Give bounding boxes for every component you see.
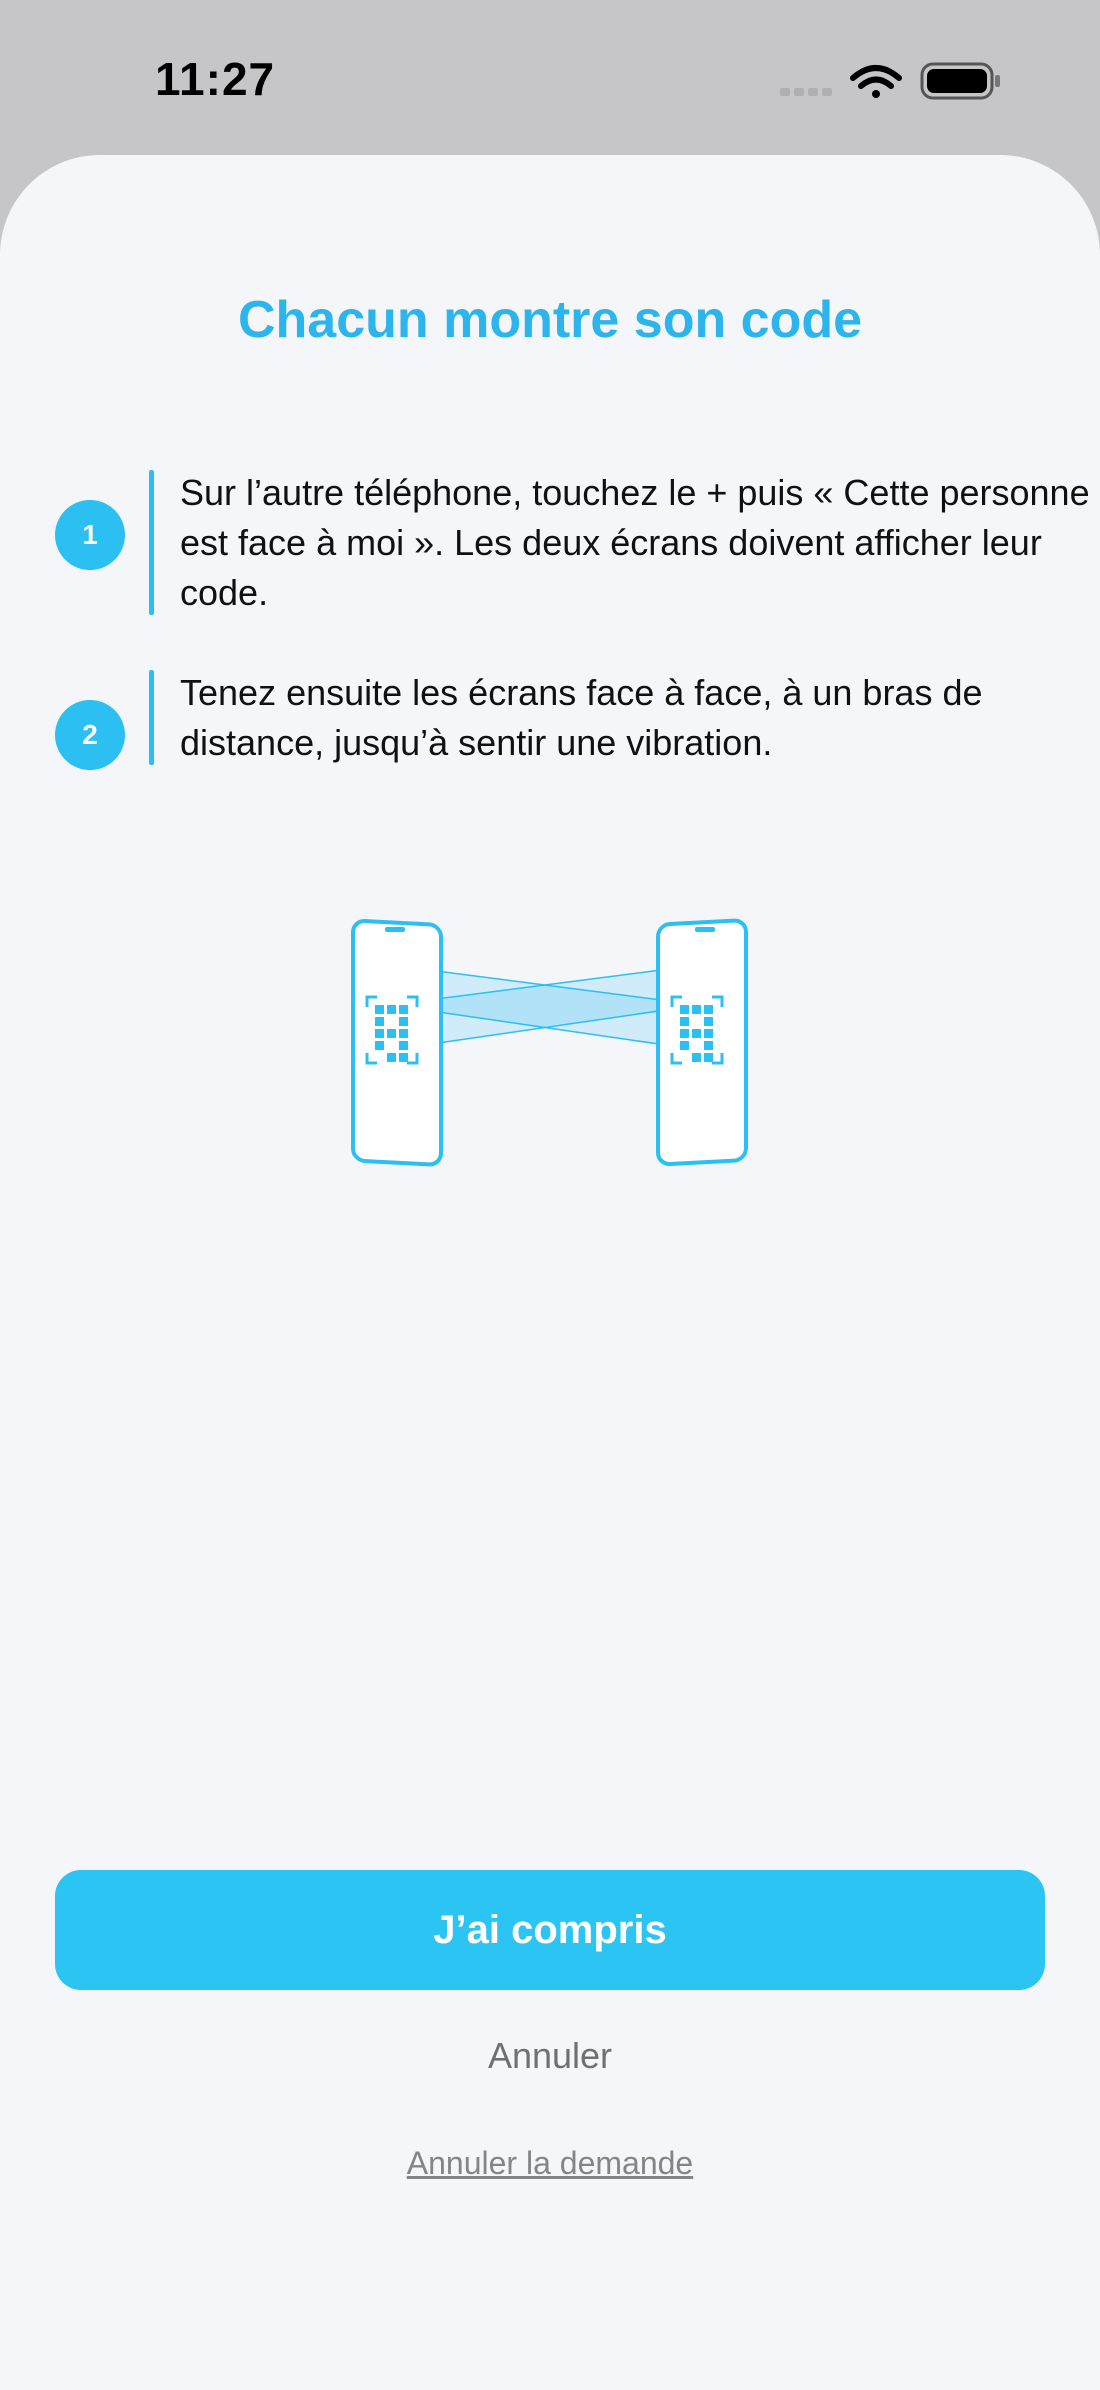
status-bar: 11:27 [0, 0, 1100, 150]
step-text: Sur l’autre téléphone, touchez le + puis… [180, 472, 1090, 613]
cancel-request-link[interactable]: Annuler la demande [0, 2145, 1100, 2182]
sheet-title: Chacun montre son code [237, 291, 863, 349]
phone-right-icon [656, 918, 748, 1166]
step-accent-bar [149, 670, 154, 765]
status-icons [775, 58, 1005, 113]
understood-button[interactable]: J’ai compris [55, 1870, 1045, 1990]
phones-scanning-qr-illustration [345, 915, 755, 1180]
battery-icon [920, 62, 1000, 100]
step-number-badge: 1 [55, 500, 125, 570]
bottom-sheet: Chacun montre son code 1 Sur l’autre tél… [0, 155, 1100, 2390]
status-time: 11:27 [155, 53, 276, 105]
cellular-icon [780, 88, 832, 96]
step-number-badge: 2 [55, 700, 125, 770]
cancel-button[interactable]: Annuler [0, 2035, 1100, 2077]
phone-left-icon [351, 919, 443, 1167]
step-text: Tenez ensuite les écrans face à face, à … [180, 672, 983, 763]
wifi-icon [850, 65, 902, 98]
step-accent-bar [149, 470, 154, 615]
